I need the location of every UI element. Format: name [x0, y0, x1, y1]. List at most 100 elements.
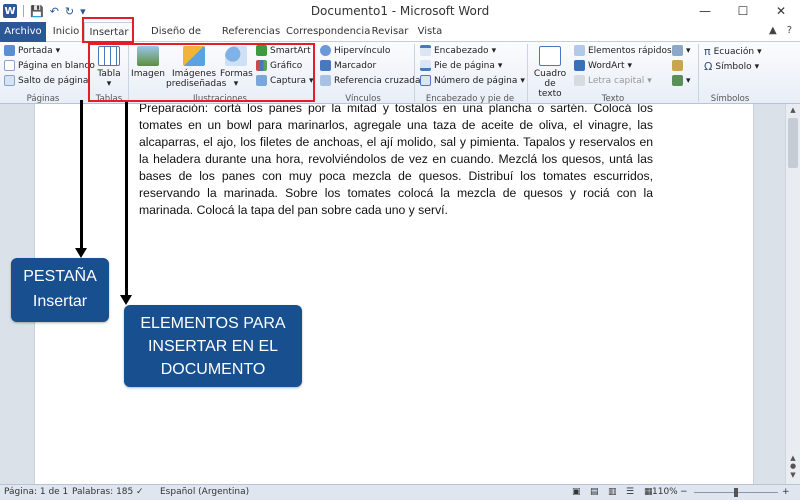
simbolo-button[interactable]: Ω Símbolo ▾ [704, 60, 759, 73]
outline-icon[interactable]: ☰ [626, 487, 634, 497]
group-divider [88, 44, 89, 102]
signature-line-icon [672, 45, 683, 56]
signature-line-button[interactable]: ▾ [672, 45, 691, 56]
group-label-vinculos: Vínculos [345, 94, 381, 104]
document-area[interactable]: Preparación: cortá los panes por la mita… [0, 104, 785, 484]
close-button[interactable]: ✕ [762, 0, 800, 22]
wordart-icon [574, 60, 585, 71]
numero-de-pagina-button[interactable]: Número de página ▾ [420, 75, 525, 86]
portada-button[interactable]: Portada ▾ [4, 45, 60, 56]
dropdown-icon: ▾ [627, 60, 633, 71]
pie-de-pagina-button[interactable]: Pie de página ▾ [420, 60, 502, 71]
browse-object-icon[interactable]: ● [788, 462, 798, 470]
blank-page-icon [4, 60, 15, 71]
bookmark-icon [320, 60, 331, 71]
tab-correspondencia[interactable]: Correspondencia [286, 22, 370, 42]
picture-icon [137, 46, 159, 66]
tabla-button[interactable]: Tabla ▾ [94, 46, 124, 89]
ribbon-insertar: Portada ▾ Página en blanco Salto de págin… [0, 42, 800, 114]
date-time-button[interactable] [672, 60, 683, 71]
object-icon [672, 75, 683, 86]
cuadro-de-texto-button[interactable]: Cuadro de texto [532, 46, 568, 99]
maximize-button[interactable]: ☐ [724, 0, 762, 22]
dropdown-icon: ▾ [686, 75, 691, 86]
zoom-level[interactable]: 110% [652, 487, 678, 497]
object-button[interactable]: ▾ [672, 75, 691, 86]
marcador-button[interactable]: Marcador [320, 60, 376, 71]
minimize-button[interactable]: — [686, 0, 724, 22]
document-paragraph[interactable]: Preparación: cortá los panes por la mita… [139, 104, 653, 219]
prev-page-icon[interactable]: ▲ [788, 454, 798, 462]
group-divider [698, 44, 699, 102]
window-title: Documento1 - Microsoft Word [310, 4, 490, 18]
dropdown-icon: ▾ [233, 79, 239, 89]
proofing-icon[interactable]: ✓ [136, 487, 144, 497]
dropdown-icon: ▾ [106, 79, 112, 89]
smartart-icon [256, 45, 267, 56]
scroll-up-icon[interactable]: ▲ [788, 106, 798, 114]
grafico-button[interactable]: Gráfico [256, 60, 302, 71]
text-box-icon [539, 46, 561, 66]
callout-line: INSERTAR EN EL [147, 338, 279, 355]
collapse-ribbon-icon[interactable]: ▲ [769, 25, 777, 36]
group-label-texto: Texto [601, 94, 625, 104]
tab-revisar[interactable]: Revisar [370, 22, 410, 42]
pagina-en-blanco-button[interactable]: Página en blanco [4, 60, 95, 71]
imagen-button[interactable]: Imagen [131, 46, 165, 79]
zoom-out-button[interactable]: − [680, 487, 688, 497]
page-count[interactable]: Página: 1 de 1 [4, 487, 68, 497]
arrow-to-elements-head [120, 295, 132, 305]
zoom-slider-thumb[interactable] [734, 488, 738, 497]
callout-elementos-insertar: ELEMENTOS PARA INSERTAR EN EL DOCUMENTO [124, 305, 302, 387]
web-layout-icon[interactable]: ▥ [608, 487, 617, 497]
word-count[interactable]: Palabras: 185 [72, 487, 133, 497]
scroll-thumb[interactable] [788, 118, 798, 168]
omega-icon: Ω [704, 60, 713, 73]
formas-button[interactable]: Formas ▾ [220, 46, 253, 89]
dropdown-icon: ▾ [55, 45, 61, 56]
tab-diseno-de-pagina[interactable]: Diseño de página [136, 22, 216, 57]
ecuacion-button[interactable]: π Ecuación ▾ [704, 45, 762, 58]
language-indicator[interactable]: Español (Argentina) [160, 487, 249, 497]
page-number-icon [420, 75, 431, 86]
ribbon-tabs: Archivo Inicio Insertar Diseño de página… [0, 22, 800, 57]
arrow-to-elements-line [125, 102, 128, 297]
tab-inicio[interactable]: Inicio [50, 22, 82, 42]
dropdown-icon: ▾ [754, 61, 760, 72]
dropdown-icon: ▾ [497, 60, 503, 71]
status-bar: Página: 1 de 1 Palabras: 185 ✓ Español (… [0, 484, 800, 500]
arrow-to-tab-head [75, 248, 87, 258]
date-time-icon [672, 60, 683, 71]
print-layout-icon[interactable]: ▣ [572, 487, 581, 497]
wordart-button[interactable]: WordArt ▾ [574, 60, 632, 71]
footer-icon [420, 60, 431, 71]
help-icon[interactable]: ? [787, 25, 792, 36]
screenshot-icon [256, 75, 267, 86]
letra-capital-button[interactable]: Letra capital ▾ [574, 75, 652, 86]
vertical-scrollbar[interactable]: ▲ ▲ ● ▼ [785, 104, 800, 484]
dropdown-icon: ▾ [520, 75, 525, 86]
dropdown-icon: ▾ [647, 75, 652, 86]
next-page-icon[interactable]: ▼ [788, 471, 798, 479]
zoom-in-button[interactable]: + [782, 487, 790, 497]
document-page[interactable]: Preparación: cortá los panes por la mita… [34, 104, 754, 484]
tab-insertar[interactable]: Insertar [84, 22, 134, 42]
clip-art-icon [183, 46, 205, 66]
tab-archivo[interactable]: Archivo [0, 22, 46, 42]
title-bar: W 💾 ↶ ↻ ▾ Documento1 - Microsoft Word — … [0, 0, 800, 22]
group-label-tablas: Tablas [95, 94, 123, 104]
elementos-rapidos-button[interactable]: Elementos rápidos▾ [574, 45, 679, 56]
full-screen-reading-icon[interactable]: ▤ [590, 487, 599, 497]
referencia-cruzada-button[interactable]: Referencia cruzada [320, 75, 420, 86]
salto-de-pagina-button[interactable]: Salto de página [4, 75, 88, 86]
hipervinculo-button[interactable]: Hipervínculo [320, 45, 390, 56]
tab-vista[interactable]: Vista [414, 22, 446, 42]
dropdown-icon: ▾ [308, 75, 314, 86]
tab-referencias[interactable]: Referencias [221, 22, 281, 42]
encabezado-button[interactable]: Encabezado ▾ [420, 45, 496, 56]
smartart-button[interactable]: SmartArt [256, 45, 311, 56]
group-label-simbolos: Símbolos [710, 94, 750, 104]
captura-button[interactable]: Captura ▾ [256, 75, 314, 86]
pi-icon: π [704, 45, 711, 58]
imagenes-prediseñadas-button[interactable]: Imágenes prediseñadas [166, 46, 226, 89]
